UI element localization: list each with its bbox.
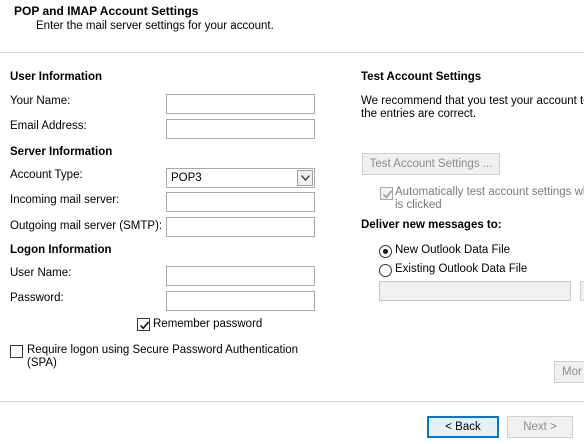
existing-data-file-label[interactable]: Existing Outlook Data File: [395, 263, 527, 275]
browse-button[interactable]: [580, 281, 584, 301]
checkmark-icon: [382, 190, 393, 199]
remember-password-label[interactable]: Remember password: [153, 318, 262, 330]
logon-information-heading: Logon Information: [10, 244, 112, 256]
password-label: Password:: [10, 292, 64, 304]
outgoing-mail-server-input[interactable]: [166, 217, 315, 237]
your-name-label: Your Name:: [10, 95, 71, 107]
your-name-input[interactable]: [166, 94, 315, 114]
existing-data-file-radio[interactable]: [379, 264, 392, 277]
user-name-label: User Name:: [10, 267, 72, 279]
spa-label-line2[interactable]: (SPA): [27, 357, 57, 369]
auto-test-label-line1: Automatically test account settings wh: [395, 186, 584, 198]
remember-password-checkbox[interactable]: [137, 318, 150, 331]
test-description-line2: the entries are correct.: [361, 108, 477, 120]
next-button[interactable]: Next >: [507, 416, 573, 438]
spa-label-line1[interactable]: Require logon using Secure Password Auth…: [27, 344, 298, 356]
more-settings-button[interactable]: Mor: [554, 361, 584, 383]
user-information-heading: User Information: [10, 71, 103, 83]
new-data-file-radio[interactable]: [379, 245, 392, 258]
password-input[interactable]: [166, 291, 315, 311]
dialog-subtitle: Enter the mail server settings for your …: [36, 20, 274, 32]
existing-data-file-path-input[interactable]: [379, 281, 571, 301]
email-address-label: Email Address:: [10, 120, 87, 132]
account-type-select[interactable]: POP3: [166, 168, 315, 188]
incoming-mail-server-input[interactable]: [166, 192, 315, 212]
new-data-file-label[interactable]: New Outlook Data File: [395, 244, 510, 256]
radio-selected-dot: [383, 249, 388, 254]
checkmark-icon: [139, 321, 150, 330]
dialog-title: POP and IMAP Account Settings: [14, 4, 199, 18]
header-divider: [0, 52, 584, 53]
email-address-input[interactable]: [166, 119, 315, 139]
user-name-input[interactable]: [166, 266, 315, 286]
footer-divider: [0, 401, 584, 402]
auto-test-label-line2: is clicked: [395, 199, 442, 211]
chevron-down-icon[interactable]: [297, 170, 313, 186]
spa-checkbox[interactable]: [10, 345, 23, 358]
test-account-settings-heading: Test Account Settings: [361, 71, 482, 83]
server-information-heading: Server Information: [10, 146, 113, 158]
outgoing-mail-server-label: Outgoing mail server (SMTP):: [10, 220, 163, 232]
test-description-line1: We recommend that you test your account …: [361, 95, 584, 107]
back-button[interactable]: < Back: [427, 416, 499, 438]
account-type-label: Account Type:: [10, 169, 83, 181]
account-type-value: POP3: [171, 172, 202, 184]
deliver-messages-heading: Deliver new messages to:: [361, 219, 502, 231]
incoming-mail-server-label: Incoming mail server:: [10, 194, 120, 206]
auto-test-checkbox[interactable]: [380, 187, 393, 200]
test-account-settings-button[interactable]: Test Account Settings ...: [362, 153, 500, 175]
